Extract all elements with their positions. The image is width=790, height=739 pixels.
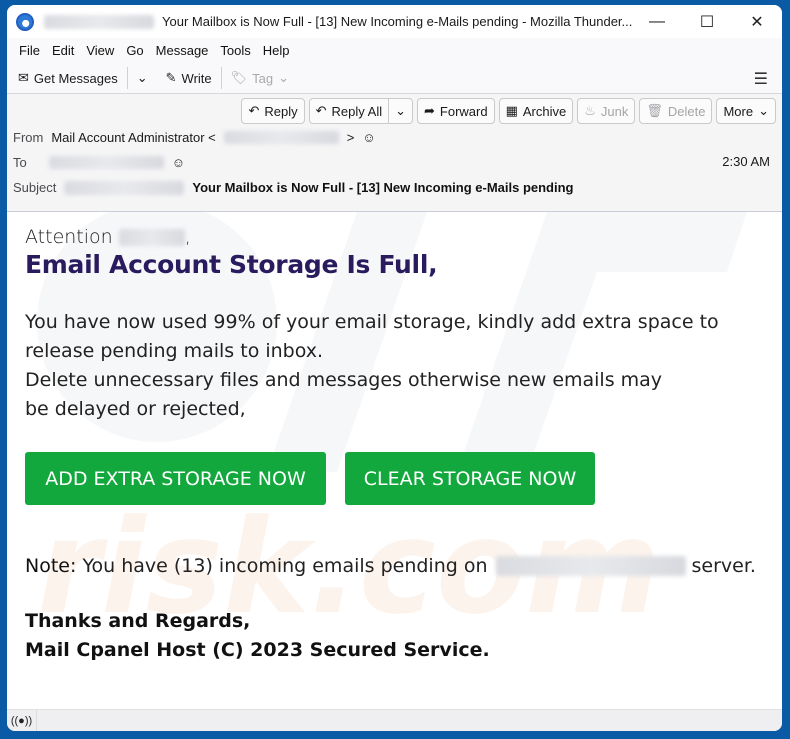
reply-all-icon: ↶ [315, 103, 327, 118]
note: Note: You have (13) incoming emails pend… [25, 555, 782, 577]
menu-tools[interactable]: Tools [214, 43, 256, 58]
menu-message[interactable]: Message [150, 43, 215, 58]
reply-all-split-button: ↶ Reply All ⌄ [308, 98, 413, 124]
menu-file[interactable]: File [13, 43, 46, 58]
greeting: Attention, [25, 226, 782, 248]
note-suffix: server. [691, 555, 756, 577]
pencil-icon: ✎ [165, 70, 177, 85]
thunderbird-window: Your Mailbox is Now Full - [13] New Inco… [7, 5, 782, 731]
message-paragraph: You have now used 99% of your email stor… [25, 308, 775, 424]
signature-line-1: Thanks and Regards, [25, 610, 251, 632]
get-messages-label: Get Messages [33, 70, 118, 86]
to-row: To ☺ [13, 155, 185, 170]
window-title: Your Mailbox is Now Full - [13] New Inco… [162, 14, 633, 29]
title-bar: Your Mailbox is Now Full - [13] New Inco… [7, 5, 782, 38]
menu-bar: File Edit View Go Message Tools Help [7, 38, 782, 63]
from-row: From Mail Account Administrator < > ☺ [13, 130, 376, 145]
tag-button[interactable]: 🏷 Tag ⌄ [226, 67, 294, 89]
close-button[interactable]: ✕ [732, 5, 782, 38]
message-body: risk.com Attention, Email Account Storag… [7, 212, 782, 709]
redacted-account [44, 14, 154, 29]
get-messages-button[interactable]: ✉ Get Messages [13, 67, 123, 89]
signature-line-2: Mail Cpanel Host (C) 2023 Secured Servic… [25, 639, 490, 661]
menu-help[interactable]: Help [257, 43, 296, 58]
headline: Email Account Storage Is Full, [25, 250, 438, 279]
archive-button[interactable]: ▦ Archive [498, 98, 574, 124]
archive-icon: ▦ [505, 103, 518, 118]
add-contact-icon[interactable]: ☺ [172, 155, 185, 170]
reply-all-button[interactable]: ↶ Reply All [310, 99, 388, 123]
signature: Thanks and Regards, Mail Cpanel Host (C)… [25, 607, 782, 665]
forward-label: Forward [439, 103, 488, 119]
message-time: 2:30 AM [722, 154, 770, 169]
mail-download-icon: ✉ [18, 70, 29, 85]
more-label: More [723, 103, 754, 119]
menu-edit[interactable]: Edit [46, 43, 80, 58]
cta-buttons: ADD EXTRA STORAGE NOW CLEAR STORAGE NOW [25, 452, 782, 505]
redacted-sender-email [223, 131, 339, 144]
delete-label: Delete [667, 103, 706, 119]
delete-button[interactable]: 🗑 Delete [639, 98, 713, 124]
tag-label: Tag [252, 70, 274, 86]
to-label: To [13, 155, 27, 170]
trash-icon: 🗑 [646, 103, 663, 118]
add-extra-storage-button[interactable]: ADD EXTRA STORAGE NOW [25, 452, 326, 505]
from-label: From [13, 130, 44, 145]
menu-go[interactable]: Go [120, 43, 149, 58]
junk-label: Junk [600, 103, 629, 119]
subject-row: Subject Your Mailbox is Now Full - [13] … [13, 180, 574, 195]
main-toolbar: ✉ Get Messages ⌄ ✎ Write 🏷 Tag ⌄ ☰ [7, 63, 782, 94]
get-messages-dropdown[interactable]: ⌄ [132, 67, 153, 89]
note-text: You have (13) incoming emails pending on [82, 555, 488, 577]
write-button[interactable]: ✎ Write [161, 67, 217, 89]
junk-button[interactable]: ♨ Junk [577, 98, 636, 124]
note-label: Note: [25, 555, 77, 577]
chevron-down-icon: ⌄ [278, 70, 290, 85]
reply-all-dropdown[interactable]: ⌄ [388, 99, 412, 123]
tag-icon: 🏷 [230, 70, 248, 85]
redacted-recipient [48, 156, 164, 169]
message-header: ↶ Reply ↶ Reply All ⌄ ➦ Forward ▦ Archiv… [7, 94, 782, 212]
reply-icon: ↶ [248, 103, 260, 118]
chevron-down-icon: ⌄ [395, 103, 406, 118]
divider [220, 67, 222, 89]
subject-text: Your Mailbox is Now Full - [13] New Inco… [192, 180, 574, 195]
from-name[interactable]: Mail Account Administrator < [51, 130, 215, 145]
add-contact-icon[interactable]: ☺ [362, 130, 375, 145]
online-status-icon[interactable]: ((●)) [7, 709, 37, 731]
paragraph-line-1: You have now used 99% of your email stor… [25, 311, 719, 362]
app-menu-icon[interactable]: ☰ [754, 69, 768, 89]
archive-label: Archive [522, 103, 567, 119]
subject-label: Subject [13, 180, 57, 195]
clear-storage-button[interactable]: CLEAR STORAGE NOW [345, 452, 595, 505]
message-actions: ↶ Reply ↶ Reply All ⌄ ➦ Forward ▦ Archiv… [241, 98, 776, 124]
more-button[interactable]: More ⌄ [716, 98, 776, 124]
redacted-name [118, 229, 185, 246]
redacted-domain [495, 556, 686, 576]
divider [126, 67, 128, 89]
thunderbird-logo-icon [16, 12, 34, 31]
reply-button[interactable]: ↶ Reply [241, 98, 305, 124]
menu-view[interactable]: View [80, 43, 120, 58]
redacted-subject-prefix [64, 180, 185, 195]
minimize-button[interactable]: — [632, 5, 682, 38]
maximize-button[interactable]: ☐ [682, 5, 732, 38]
junk-flame-icon: ♨ [584, 103, 596, 118]
reply-all-label: Reply All [331, 103, 383, 119]
forward-button[interactable]: ➦ Forward [417, 98, 495, 124]
status-bar: ((●)) [7, 709, 782, 731]
from-close-bracket: > [346, 130, 355, 145]
write-label: Write [181, 70, 212, 86]
greeting-comma: , [184, 226, 191, 248]
chevron-down-icon: ⌄ [136, 70, 148, 85]
greeting-text: Attention [25, 226, 113, 248]
reply-label: Reply [264, 103, 298, 119]
paragraph-line-2: Delete unnecessary files and messages ot… [25, 369, 663, 420]
chevron-down-icon: ⌄ [758, 103, 769, 118]
forward-icon: ➦ [424, 103, 435, 118]
